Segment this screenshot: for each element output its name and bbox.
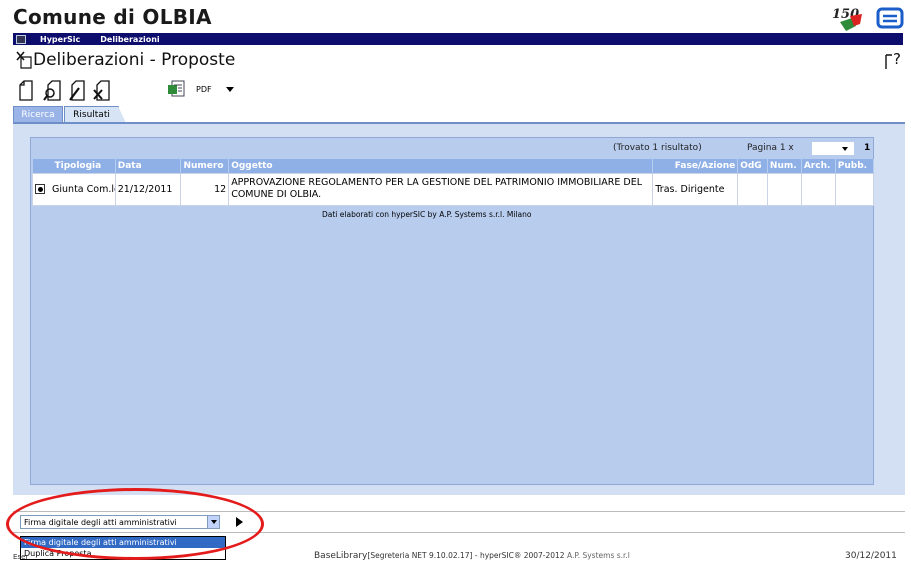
export-format-select[interactable]: PDF <box>189 81 241 97</box>
anniversary-logo: 150 <box>830 4 906 34</box>
column-header-fase[interactable]: Fase/Azione <box>652 159 739 173</box>
cell-pubb <box>834 172 875 206</box>
company-name: A.P. Systems s.r.l <box>566 551 630 560</box>
column-header-arch[interactable]: Arch. <box>801 159 836 173</box>
pager-label: Pagina 1 x <box>747 143 794 153</box>
cell-odg <box>737 172 768 206</box>
cell-arch <box>800 172 836 206</box>
search-document-icon[interactable] <box>43 80 61 102</box>
execute-action-arrow-icon[interactable] <box>236 517 243 527</box>
tab-ricerca[interactable]: Ricerca <box>13 106 63 122</box>
delete-document-icon[interactable] <box>92 80 110 102</box>
tab-risultati[interactable]: Risultati <box>64 106 126 123</box>
row-select-radio[interactable] <box>35 184 45 194</box>
page-title: Deliberazioni - Proposte <box>33 50 236 70</box>
column-header-odg[interactable]: OdG <box>737 159 768 173</box>
version-text: [Segreteria NET 9.10.02.17] <box>367 551 473 560</box>
dropdown-option-duplica-proposta[interactable]: Duplica Proposta <box>21 548 225 559</box>
page-total: 1 <box>864 143 871 153</box>
data-source-note: Dati elaborati con hyperSIC by A.P. Syst… <box>322 210 532 219</box>
help-icon[interactable]: ? <box>884 49 906 71</box>
column-header-oggetto[interactable]: Oggetto <box>228 159 654 173</box>
action-dropdown-list: Firma digitale degli atti amministrativi… <box>20 536 226 560</box>
action-select[interactable]: Firma digitale degli atti amministrativi <box>20 515 220 529</box>
dropdown-option-firma-digitale[interactable]: Firma digitale degli atti amministrativi <box>21 537 225 548</box>
status-left: Eser <box>13 553 29 561</box>
table-header-row: Tipologia Data Numero Oggetto Fase/Azion… <box>32 159 875 173</box>
close-icon[interactable] <box>16 51 32 69</box>
cell-tipologia-value: Giunta Com.le <box>52 183 116 195</box>
results-table: Tipologia Data Numero Oggetto Fase/Azion… <box>32 159 875 206</box>
cell-oggetto: APPROVAZIONE REGOLAMENTO PER LA GESTIONE… <box>228 172 654 206</box>
cell-fase: Tras. Dirigente <box>652 172 739 206</box>
copyright-text: - hyperSIC® 2007-2012 <box>472 551 567 560</box>
library-name: BaseLibrary <box>314 551 368 561</box>
column-header-tipologia[interactable]: Tipologia <box>32 159 116 173</box>
new-document-icon[interactable] <box>17 80 35 102</box>
chevron-down-icon <box>842 147 848 151</box>
chevron-down-icon <box>226 87 234 92</box>
svg-text:?: ? <box>893 50 901 68</box>
status-version-info: BaseLibrary[Segreteria NET 9.10.02.17] -… <box>314 551 630 561</box>
table-row[interactable]: Giunta Com.le 21/12/2011 12 APPROVAZIONE… <box>32 172 875 206</box>
page-select[interactable] <box>812 142 854 155</box>
menu-bar: HyperSic Deliberazioni <box>13 33 903 45</box>
chevron-down-icon[interactable] <box>207 516 219 528</box>
system-menu-icon[interactable] <box>16 34 26 44</box>
action-select-value: Firma digitale degli atti amministrativi <box>24 517 177 527</box>
results-count: (Trovato 1 risultato) <box>613 143 702 153</box>
column-header-data[interactable]: Data <box>115 159 182 173</box>
menu-item-hypersic[interactable]: HyperSic <box>40 35 80 44</box>
cell-num <box>766 172 802 206</box>
cell-data: 21/12/2011 <box>114 172 182 206</box>
edit-document-icon[interactable] <box>67 80 85 102</box>
export-icon[interactable] <box>167 80 185 98</box>
cell-numero: 12 <box>180 172 230 206</box>
export-format-value: PDF <box>196 84 212 94</box>
column-header-num[interactable]: Num. <box>767 159 802 173</box>
app-title: Comune di OLBIA <box>13 5 212 29</box>
column-header-pubb[interactable]: Pubb. <box>835 159 875 173</box>
column-header-numero[interactable]: Numero <box>180 159 230 173</box>
menu-item-deliberazioni[interactable]: Deliberazioni <box>100 35 159 44</box>
cell-tipologia: Giunta Com.le <box>32 172 116 206</box>
status-date: 30/12/2011 <box>845 551 897 561</box>
